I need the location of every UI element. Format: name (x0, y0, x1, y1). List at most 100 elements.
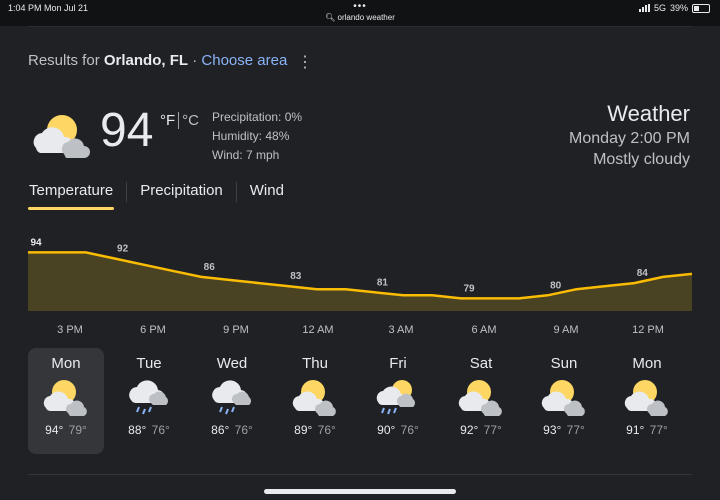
day-temperatures: 88° 76° (111, 423, 187, 437)
day-name: Fri (389, 355, 407, 372)
partly-cloudy-icon (43, 380, 87, 416)
chart-tick-label: 3 AM (388, 324, 414, 336)
day-forecast-mon[interactable]: Mon 91° 77° (609, 348, 685, 454)
results-separator: · (192, 52, 198, 69)
day-temperatures: 92° 77° (443, 423, 519, 437)
day-low: 76° (234, 423, 253, 437)
battery-percent: 39% (669, 3, 688, 13)
day-name: Tue (136, 355, 162, 372)
chart-value-label: 80 (550, 280, 562, 291)
day-high: 89° (294, 423, 313, 437)
tab-divider (126, 182, 128, 202)
partly-cloudy-icon (541, 380, 585, 416)
day-temperatures: 91° 77° (609, 423, 685, 437)
chart-value-label: 84 (637, 268, 649, 279)
day-name: Sun (550, 355, 578, 372)
day-low: 76° (400, 423, 419, 437)
search-icon: 🔍︎ (325, 13, 336, 22)
day-forecast-wed[interactable]: Wed 86° 76° (194, 348, 270, 454)
chart-tick-label: 9 PM (223, 324, 249, 336)
chart-value-label: 92 (117, 244, 129, 255)
precipitation-detail: Precipitation: 0% (212, 110, 303, 124)
choose-area-link[interactable]: Choose area (201, 52, 287, 69)
divider (28, 26, 692, 27)
chart-tick-label: 12 AM (302, 324, 334, 336)
day-low: 77° (483, 423, 502, 437)
wind-detail: Wind: 7 mph (212, 148, 280, 162)
chart-tick-label: 3 PM (57, 324, 83, 336)
chart-value-label: 79 (463, 283, 475, 294)
day-high: 91° (626, 423, 645, 437)
rain-icon (212, 380, 251, 415)
day-low: 76° (151, 423, 170, 437)
page-title: Weather (607, 101, 690, 126)
url-bar[interactable]: 🔍︎ orlando weather (0, 13, 720, 22)
unit-separator (178, 112, 180, 129)
temperature-chart[interactable]: 94 92 86 83 81 79 80 84 (0, 222, 720, 318)
day-name: Mon (632, 355, 662, 372)
day-high: 86° (211, 423, 230, 437)
day-name: Thu (302, 355, 328, 372)
results-prefix: Results for (28, 52, 100, 69)
day-temperatures: 89° 76° (277, 423, 353, 437)
tab-temperature[interactable]: Temperature (28, 182, 115, 210)
sun-rain-icon (376, 380, 415, 415)
day-high: 93° (543, 423, 562, 437)
day-forecast-mon[interactable]: Mon 94° 79° (28, 348, 104, 454)
current-temperature: 94 (100, 104, 154, 157)
day-temperatures: 90° 76° (360, 423, 436, 437)
tab-divider (235, 182, 237, 202)
tab-precipitation[interactable]: Precipitation (139, 182, 224, 210)
day-high: 94° (45, 423, 64, 437)
chart-value-label: 81 (377, 277, 389, 288)
unit-celsius[interactable]: °C (182, 112, 199, 129)
day-forecast-fri[interactable]: Fri 90° 76° (360, 348, 436, 454)
rain-icon (129, 380, 168, 415)
partly-cloudy-icon (292, 380, 336, 416)
chart-tick-label: 9 AM (553, 324, 579, 336)
day-temperatures: 94° 79° (28, 423, 104, 437)
day-forecast-thu[interactable]: Thu 89° 76° (277, 348, 353, 454)
signal-icon (638, 4, 650, 12)
url-text: orlando weather (337, 13, 395, 22)
day-temperatures: 86° 76° (194, 423, 270, 437)
unit-fahrenheit[interactable]: °F (160, 112, 175, 129)
multitask-dots[interactable]: ••• (0, 1, 720, 12)
location-name: Orlando, FL (103, 52, 189, 69)
day-forecast-sun[interactable]: Sun 93° 77° (526, 348, 602, 454)
day-high: 92° (460, 423, 479, 437)
home-indicator[interactable] (264, 489, 456, 494)
network-type: 5G (653, 3, 666, 13)
day-low: 76° (317, 423, 336, 437)
chart-value-label: 94 (30, 237, 42, 248)
forecast-tabs: Temperature Precipitation Wind (28, 182, 285, 210)
chart-tick-label: 12 PM (632, 324, 664, 336)
current-condition: Mostly cloudy (593, 151, 690, 168)
day-high: 90° (377, 423, 396, 437)
chart-tick-label: 6 AM (471, 324, 497, 336)
chart-value-label: 86 (204, 262, 216, 273)
divider (28, 474, 692, 475)
current-datetime: Monday 2:00 PM (569, 130, 690, 147)
day-forecast-sat[interactable]: Sat 92° 77° (443, 348, 519, 454)
day-low: 77° (566, 423, 585, 437)
humidity-detail: Humidity: 48% (212, 129, 290, 143)
day-name: Sat (469, 355, 493, 372)
chart-tick-label: 6 PM (140, 324, 166, 336)
unit-toggle: °F °C (160, 112, 199, 129)
day-name: Wed (216, 355, 248, 372)
current-details: Precipitation: 0% Humidity: 48% Wind: 7 … (212, 108, 302, 165)
day-name: Mon (51, 355, 81, 372)
daily-forecast: Mon 94° 79° Tue 88° 76° Wed 86° 76° Thu 89° 76°… (28, 348, 692, 454)
more-options-icon[interactable]: ⋮ (297, 55, 313, 71)
day-low: 77° (649, 423, 668, 437)
chart-value-label: 83 (290, 271, 302, 282)
partly-cloudy-icon (624, 380, 668, 416)
results-header: Results for Orlando, FL · Choose area (28, 52, 287, 69)
day-forecast-tue[interactable]: Tue 88° 76° (111, 348, 187, 454)
tab-wind[interactable]: Wind (249, 182, 285, 210)
day-low: 79° (68, 423, 87, 437)
partly-cloudy-icon (33, 115, 90, 158)
day-temperatures: 93° 77° (526, 423, 602, 437)
status-bar: 1:04 PM Mon Jul 21 ••• 🔍︎ orlando weathe… (0, 0, 720, 26)
